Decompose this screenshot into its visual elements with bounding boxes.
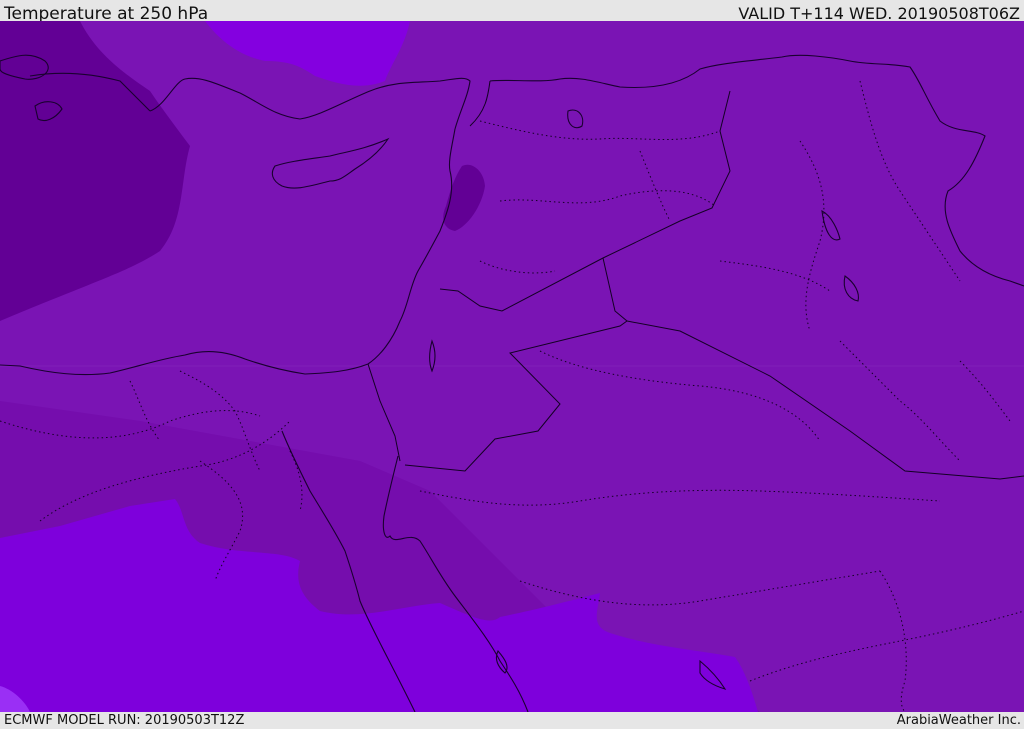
model-run: ECMWF MODEL RUN: 20190503T12Z — [4, 713, 245, 728]
map-canvas — [0, 21, 1024, 712]
credit-text: ArabiaWeather Inc. — [896, 713, 1021, 728]
header-bar: Temperature at 250 hPa VALID T+114 WED. … — [0, 0, 1024, 24]
footer-bar: ECMWF MODEL RUN: 20190503T12Z ArabiaWeat… — [0, 712, 1024, 729]
weather-map[interactable] — [0, 21, 1024, 712]
